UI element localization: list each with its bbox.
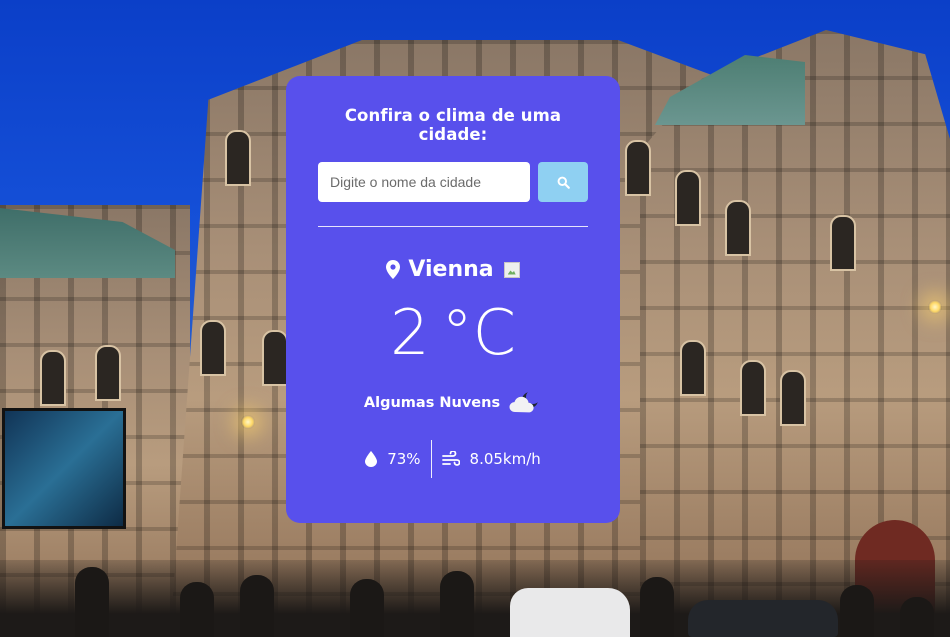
map-pin-icon [386,260,401,279]
wind-value: 8.05km/h [469,450,541,468]
background-person [440,571,474,637]
background-window [680,340,706,396]
background-window [830,215,856,271]
broken-image-icon [503,261,520,278]
background-window [780,370,806,426]
description-text: Algumas Nuvens [363,395,501,411]
background-window [225,130,251,186]
temperature-value: 2 [390,296,430,369]
humidity: 73% [355,450,430,468]
background-person [900,597,934,637]
background-window [725,200,751,256]
divider [318,226,588,227]
temperature-unit: °C [441,296,516,369]
background-person [180,582,214,637]
search-form [318,162,588,202]
weather-app-page: Confira o clima de uma cidade: Digite o … [0,0,950,637]
background-window [740,360,766,416]
city-search-input[interactable] [318,162,530,202]
weather-card: Confira o clima de uma cidade: Digite o … [286,76,620,523]
background-video-screen [2,408,126,529]
background-police-car [510,588,630,637]
wind-icon [441,451,460,467]
background-window [262,330,288,386]
city-heading: Vienna [318,257,588,282]
droplet-icon [365,451,378,467]
wind: 8.05km/h [432,450,551,468]
city-name: Vienna [408,257,494,282]
cloud-night-icon [508,390,542,416]
weather-details: 73% 8.05km/h [318,440,588,478]
background-window [95,345,121,401]
search-icon [557,176,570,189]
background-street-lamp [928,300,942,314]
background-person [75,567,109,637]
background-person [350,579,384,637]
background-person [640,577,674,637]
background-person [840,585,874,637]
temperature: 2 °C [318,302,588,364]
background-street-lamp [241,415,255,429]
background-window [675,170,701,226]
background-window [200,320,226,376]
background-person [240,575,274,637]
weather-description: Algumas Nuvens [318,390,588,416]
background-window [40,350,66,406]
search-title: Confira o clima de uma cidade: [344,106,562,144]
background-car [688,600,838,637]
humidity-value: 73% [387,450,421,468]
search-button[interactable] [538,162,588,202]
background-window [625,140,651,196]
